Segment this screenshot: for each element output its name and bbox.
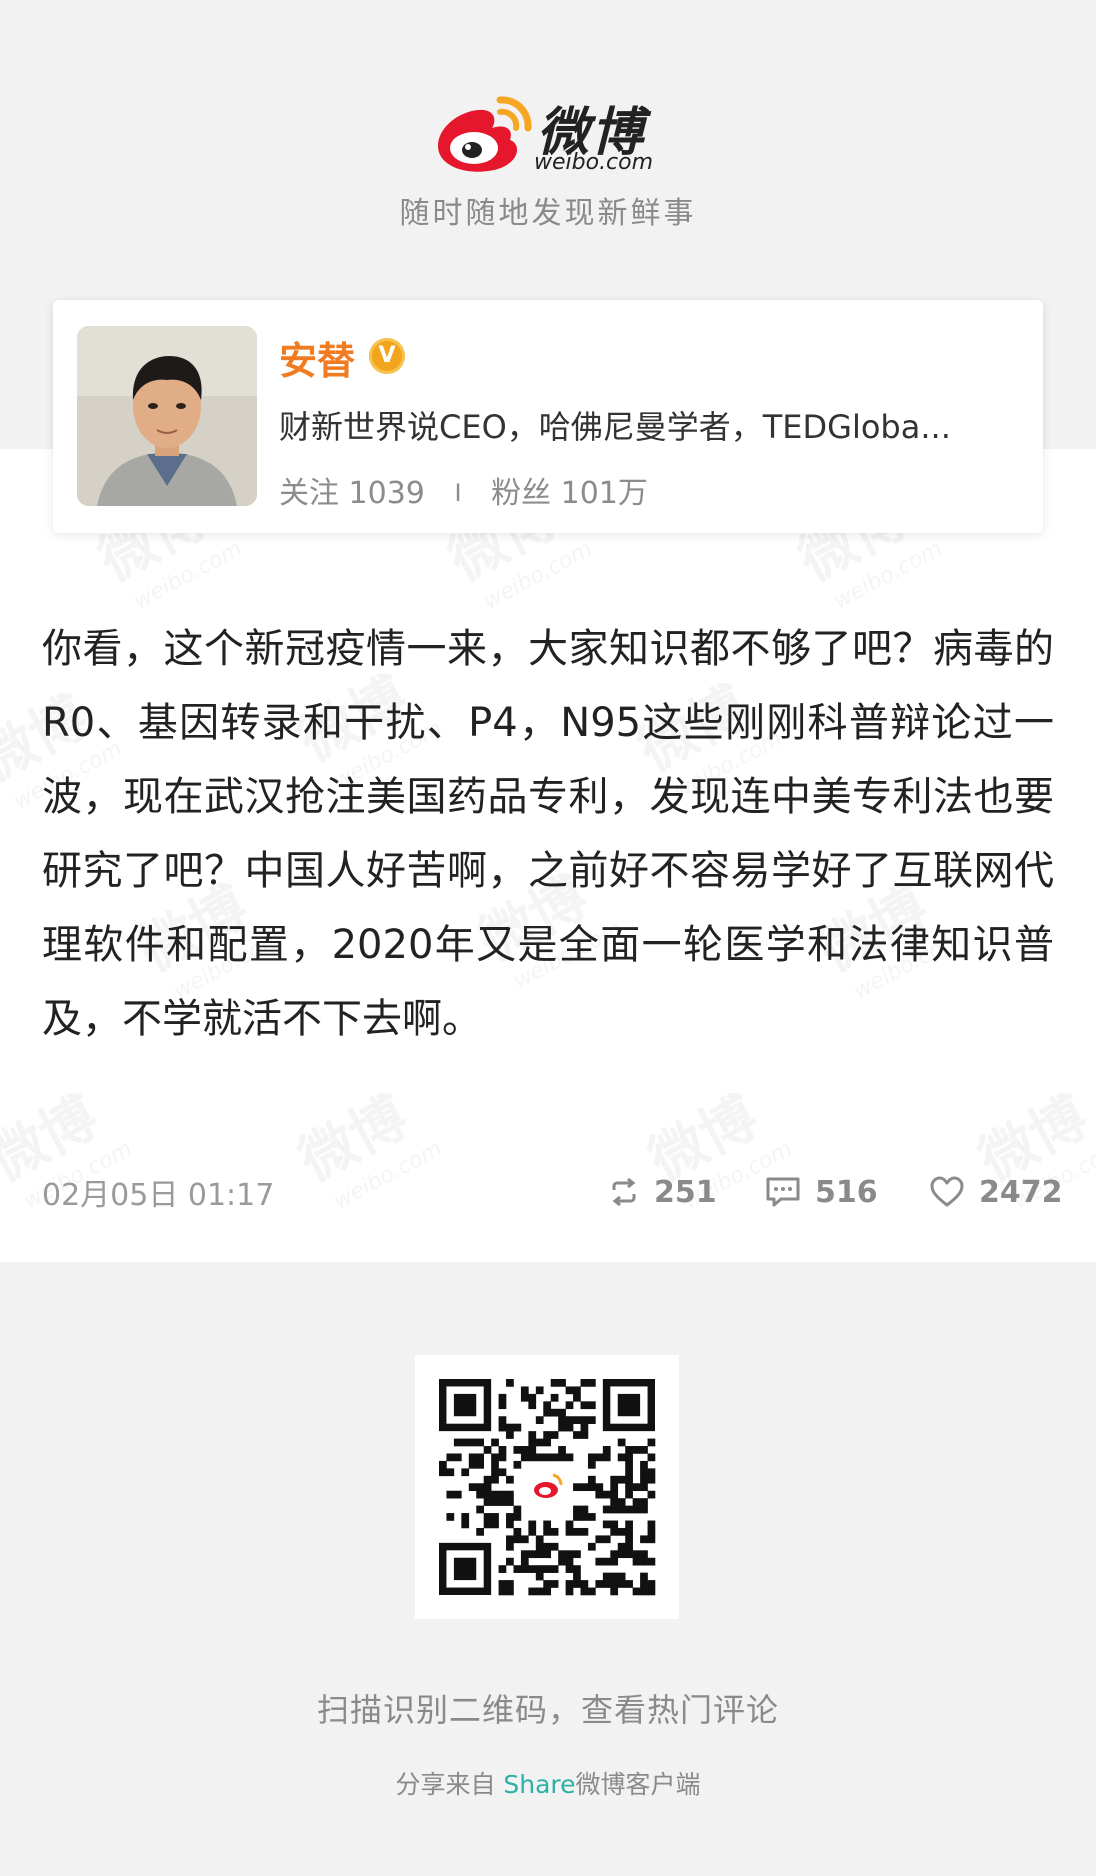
footer: 扫描识别二维码，查看热门评论 分享来自 Share微博客户端 <box>0 1262 1096 1876</box>
following-count: 1039 <box>348 476 425 511</box>
tagline: 随时随地发现新鲜事 <box>399 196 697 231</box>
share-accent-link[interactable]: Share <box>503 1770 575 1799</box>
post-timestamp: 02月05日 01:17 <box>42 1178 275 1213</box>
share-suffix: 微博客户端 <box>575 1770 701 1799</box>
like-heart-icon <box>930 1176 964 1207</box>
stats-separator: I <box>454 479 462 507</box>
logo-subtext: weibo.com <box>534 150 654 175</box>
weibo-logo-icon <box>438 96 532 172</box>
qr-center-weibo-icon <box>529 1469 565 1505</box>
post-text: 你看，这个新冠疫情一来，大家知识都不够了吧？病毒的R0、基因转录和干扰、P4，N… <box>42 626 1054 1042</box>
post-meta: 02月05日 01:17 251 516 2472 <box>0 1170 1096 1220</box>
avatar-portrait <box>77 326 257 506</box>
comment-icon <box>766 1177 800 1207</box>
share-source: 分享来自 Share微博客户端 <box>0 1765 1096 1801</box>
qr-code[interactable] <box>415 1355 679 1619</box>
profile-name[interactable]: 安替 <box>279 330 355 385</box>
followers-count: 101万 <box>560 476 648 511</box>
avatar[interactable] <box>77 326 257 506</box>
verified-v-icon: V <box>369 338 405 374</box>
comment-count: 516 <box>815 1174 878 1210</box>
like-count: 2472 <box>979 1174 1063 1210</box>
following-label: 关注 <box>279 476 339 511</box>
share-prefix: 分享来自 <box>395 1770 504 1799</box>
qr-finder-pattern <box>438 1378 492 1432</box>
followers-label: 粉丝 <box>491 476 552 511</box>
profile-card[interactable]: 安替 V 财新世界说CEO，哈佛尼曼学者，TEDGloba... 关注 1039… <box>53 300 1043 533</box>
qr-finder-pattern <box>602 1378 656 1432</box>
profile-stats: 关注 1039 I 粉丝 101万 <box>279 468 648 512</box>
weibo-logo: 微博 weibo.com <box>430 88 670 178</box>
profile-bio: 财新世界说CEO，哈佛尼曼学者，TEDGloba... <box>279 408 951 446</box>
repost-button[interactable]: 251 <box>608 1170 717 1214</box>
qr-code-icon <box>438 1378 656 1596</box>
qr-finder-pattern <box>438 1542 492 1596</box>
like-button[interactable]: 2472 <box>929 1170 1063 1214</box>
comment-button[interactable]: 516 <box>765 1170 878 1214</box>
scan-hint: 扫描识别二维码，查看热门评论 <box>316 1691 779 1729</box>
repost-count: 251 <box>654 1174 717 1210</box>
repost-icon <box>612 1177 636 1207</box>
